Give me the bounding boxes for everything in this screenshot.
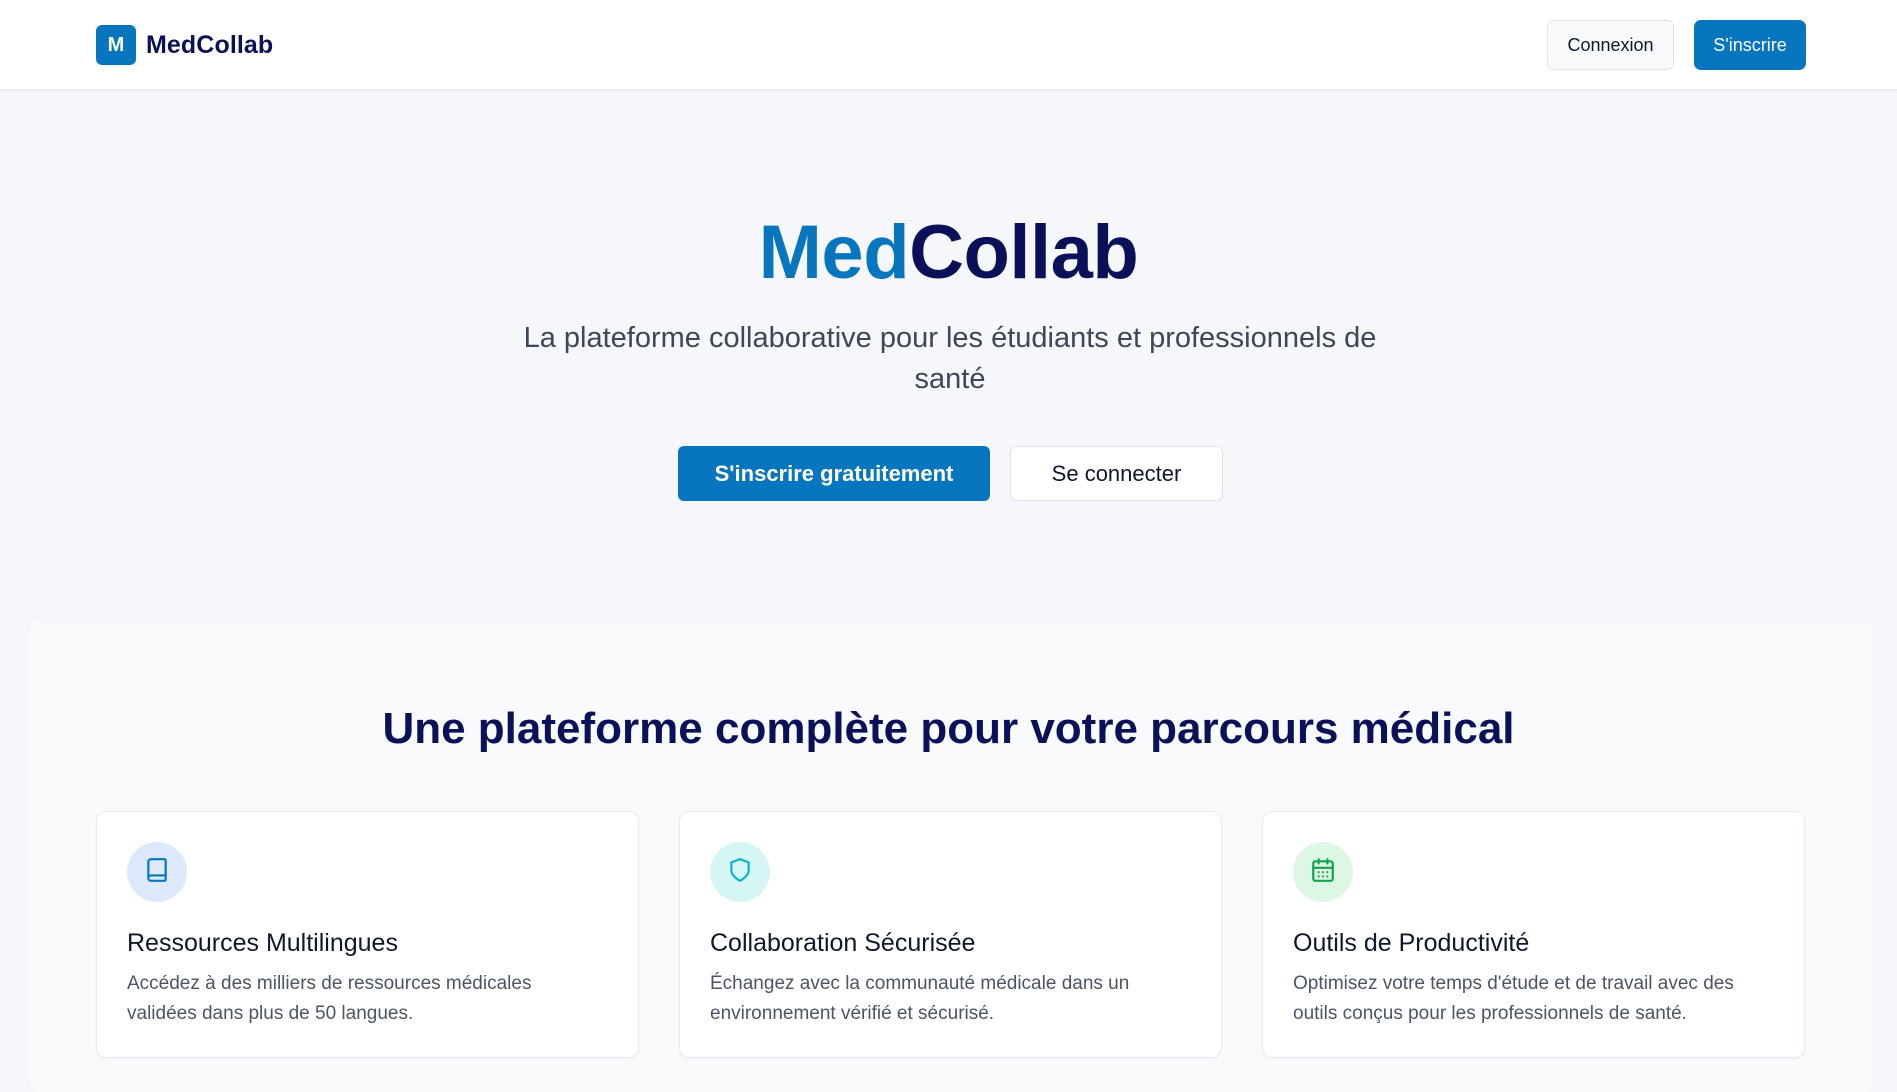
feature-icon-circle xyxy=(710,842,770,902)
feature-card-text: Optimisez votre temps d'étude et de trav… xyxy=(1293,973,1734,1024)
feature-icon-circle xyxy=(1293,842,1353,902)
feature-icon-circle xyxy=(127,842,187,902)
feature-card-text: Échangez avec la communauté médicale dan… xyxy=(710,973,1130,1024)
book-icon xyxy=(144,857,170,888)
signup-button[interactable]: S'inscrire xyxy=(1694,20,1806,70)
feature-card-title: Ressources Multilingues xyxy=(127,929,398,957)
connect-button[interactable]: Se connecter xyxy=(1010,446,1223,501)
logo-icon: M xyxy=(96,25,136,65)
top-navbar: M MedCollab Connexion S'inscrire xyxy=(0,0,1897,90)
feature-card-title: Outils de Productivité xyxy=(1293,929,1530,957)
feature-card-resources: Ressources Multilingues Accédez à des mi… xyxy=(96,811,639,1058)
features-title: Une plateforme complète pour votre parco… xyxy=(382,704,1515,753)
brand-name: MedCollab xyxy=(146,30,274,59)
login-button[interactable]: Connexion xyxy=(1547,20,1674,70)
shield-icon xyxy=(727,857,753,888)
feature-card-title: Collaboration Sécurisée xyxy=(710,929,976,957)
feature-card-productivity: Outils de Productivité Optimisez votre t… xyxy=(1262,811,1805,1058)
hero-subtitle: La plateforme collaborative pour les étu… xyxy=(523,322,1377,395)
hero-title-med: Med xyxy=(758,210,910,295)
feature-card-collaboration: Collaboration Sécurisée Échangez avec la… xyxy=(679,811,1222,1058)
signup-free-button[interactable]: S'inscrire gratuitement xyxy=(678,446,990,501)
hero-title: MedCollab xyxy=(0,208,1897,298)
calendar-icon xyxy=(1310,857,1336,888)
brand-logo[interactable]: M MedCollab xyxy=(96,25,273,65)
feature-card-text: Accédez à des milliers de ressources méd… xyxy=(127,973,532,1024)
hero-title-collab: Collab xyxy=(909,210,1139,295)
